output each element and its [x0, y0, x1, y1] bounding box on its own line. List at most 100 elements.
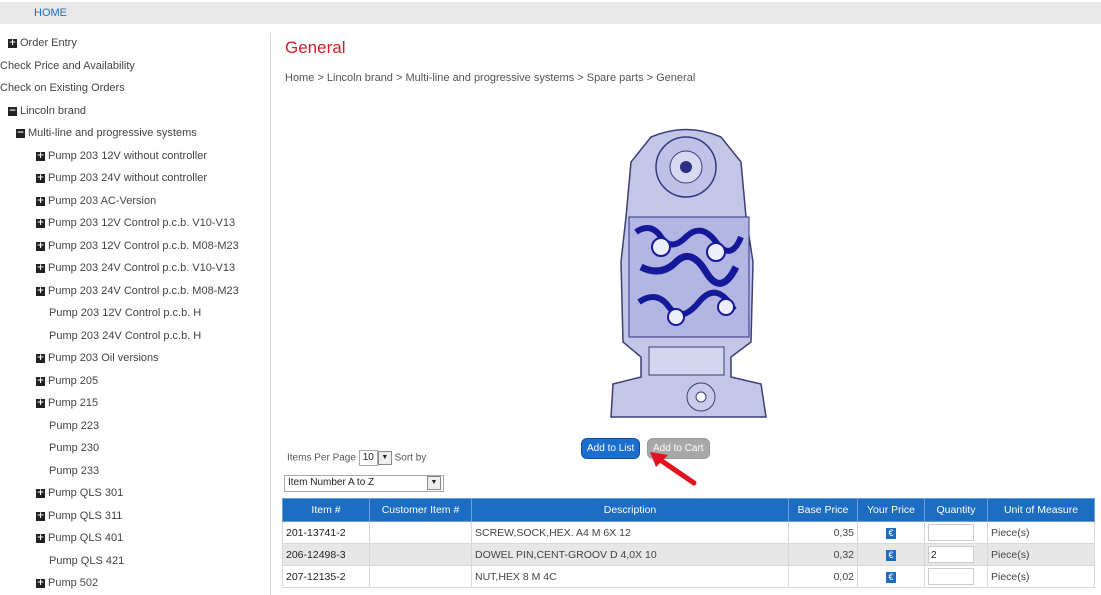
- expand-plus-icon[interactable]: +: [36, 151, 45, 161]
- item-number-cell: 201-13741-2: [282, 521, 370, 544]
- collapse-minus-icon[interactable]: −: [16, 129, 25, 138]
- sidebar-item-label: Pump 203 Oil versions: [48, 352, 159, 364]
- sidebar-item[interactable]: Pump 203 24V Control p.c.b. H: [49, 330, 201, 342]
- your-price-cell: €: [857, 521, 925, 544]
- column-header[interactable]: Customer Item #: [369, 498, 472, 522]
- your-price-cell: €: [857, 543, 925, 566]
- sidebar-item[interactable]: Pump 233: [49, 465, 99, 477]
- quantity-input[interactable]: [928, 568, 974, 585]
- euro-price-icon[interactable]: €: [886, 571, 896, 583]
- column-header[interactable]: Base Price: [788, 498, 858, 522]
- expand-plus-icon[interactable]: +: [36, 534, 45, 543]
- quantity-cell: [924, 565, 988, 588]
- sidebar-item[interactable]: Check on Existing Orders: [0, 82, 125, 94]
- sidebar-item[interactable]: + Pump 203 24V Control p.c.b. M08-M23: [36, 285, 239, 297]
- sidebar-item[interactable]: Pump QLS 421: [49, 555, 124, 567]
- sidebar-item[interactable]: + Pump 203 AC-Version: [36, 195, 156, 207]
- sidebar-item-label: Pump 215: [48, 397, 99, 409]
- column-header[interactable]: Quantity: [924, 498, 988, 522]
- column-header[interactable]: Item #: [282, 498, 370, 522]
- sidebar-item-label: Pump 203 24V Control p.c.b. V10-V13: [48, 262, 236, 274]
- sidebar-item-label: Pump 203 AC-Version: [48, 194, 157, 207]
- quantity-input[interactable]: [928, 524, 974, 541]
- sidebar-item-label: Lincoln brand: [20, 104, 87, 117]
- sidebar-item[interactable]: Pump 203 12V Control p.c.b. H: [49, 307, 201, 319]
- euro-price-icon[interactable]: €: [886, 549, 896, 561]
- table-row: 201-13741-2 SCREW,SOCK,HEX. A4 M 6X 12 0,3…: [282, 521, 1095, 544]
- customer-item-cell: [369, 521, 472, 544]
- sidebar-item-label: Pump 223: [49, 419, 100, 432]
- table-row: 206-12498-3 DOWEL PIN,CENT-GROOV D 4,0X 1…: [282, 543, 1095, 566]
- your-price-cell: €: [857, 565, 925, 588]
- expand-plus-icon[interactable]: +: [36, 511, 45, 521]
- sidebar-item-label: Pump QLS 421: [49, 554, 125, 567]
- expand-plus-icon[interactable]: +: [36, 174, 45, 183]
- table-row: 207-12135-2 NUT,HEX 8 M 4C 0,02 € Piece(s): [282, 565, 1095, 588]
- sidebar-item[interactable]: + Pump 203 12V without controller: [36, 150, 207, 162]
- column-header[interactable]: Unit of Measure: [987, 498, 1095, 522]
- sidebar-item[interactable]: + Pump QLS 301: [36, 487, 123, 499]
- product-image: [610, 128, 767, 418]
- expand-plus-icon[interactable]: +: [36, 241, 45, 251]
- sidebar-item[interactable]: + Pump 203 12V Control p.c.b. M08-M23: [36, 240, 239, 252]
- sidebar-item-label: Pump QLS 401: [48, 532, 124, 544]
- sidebar-item-label: Pump 230: [49, 442, 100, 454]
- item-number-cell: 207-12135-2: [282, 565, 370, 588]
- expand-plus-icon[interactable]: +: [8, 39, 17, 48]
- sidebar-item[interactable]: + Pump QLS 311: [36, 510, 122, 522]
- expand-plus-icon[interactable]: +: [36, 219, 45, 228]
- expand-plus-icon[interactable]: +: [36, 579, 45, 588]
- sidebar-item[interactable]: + Pump 203 24V Control p.c.b. V10-V13: [36, 262, 235, 274]
- add-to-list-button[interactable]: Add to List: [581, 438, 641, 459]
- euro-price-icon[interactable]: €: [886, 527, 896, 539]
- quantity-cell: [924, 521, 988, 544]
- column-header[interactable]: Your Price: [857, 498, 925, 522]
- expand-plus-icon[interactable]: +: [36, 286, 45, 296]
- sidebar-item-label: Pump 502: [48, 577, 99, 589]
- customer-item-cell: [369, 565, 472, 588]
- sidebar-item-label: Pump 203 12V without controller: [48, 149, 207, 162]
- sidebar-item-label: Pump 203 12V Control p.c.b. H: [49, 307, 202, 319]
- sidebar-item[interactable]: + Pump QLS 401: [36, 532, 123, 544]
- top-nav-bar: HOME: [0, 2, 1101, 24]
- sidebar-item-label: Pump 203 24V Control p.c.b. H: [49, 329, 202, 342]
- chevron-down-icon[interactable]: ▼: [427, 476, 441, 490]
- sidebar-item[interactable]: + Pump 203 Oil versions: [36, 352, 159, 364]
- sidebar-item[interactable]: + Pump 203 24V without controller: [36, 172, 207, 184]
- sidebar-item[interactable]: + Pump 502: [36, 577, 98, 589]
- expand-plus-icon[interactable]: +: [36, 196, 45, 206]
- sidebar-item[interactable]: Pump 230: [49, 442, 99, 454]
- expand-plus-icon[interactable]: +: [36, 264, 45, 273]
- sidebar-item[interactable]: Check Price and Availability: [0, 60, 135, 72]
- sidebar-item-label: Check on Existing Orders: [0, 82, 125, 94]
- collapse-minus-icon[interactable]: −: [8, 106, 17, 116]
- expand-plus-icon[interactable]: +: [36, 489, 45, 498]
- sidebar-item[interactable]: − Multi-line and progressive systems: [16, 127, 197, 139]
- sidebar-tree: + Order Entry Check Price and Availability…: [0, 33, 271, 595]
- sidebar-item[interactable]: − Lincoln brand: [8, 105, 86, 117]
- sidebar-item[interactable]: + Pump 203 12V Control p.c.b. V10-V13: [36, 217, 235, 229]
- unit-cell: Piece(s): [987, 543, 1095, 566]
- sort-select[interactable]: Item Number A to Z ▼: [284, 475, 444, 492]
- customer-item-cell: [369, 543, 472, 566]
- sidebar-item-label: Check Price and Availability: [0, 59, 135, 72]
- breadcrumb: Home > Lincoln brand > Multi-line and pr…: [285, 72, 696, 84]
- expand-plus-icon[interactable]: +: [36, 376, 45, 386]
- main-content: General Home > Lincoln brand > Multi-lin…: [271, 24, 1101, 595]
- sidebar-item[interactable]: + Pump 205: [36, 375, 98, 387]
- expand-plus-icon[interactable]: +: [36, 399, 45, 408]
- items-per-page-select[interactable]: 10: [358, 450, 378, 466]
- sidebar-item-label: Pump 203 24V without controller: [48, 172, 207, 184]
- sidebar-item[interactable]: Pump 223: [49, 420, 99, 432]
- unit-cell: Piece(s): [987, 565, 1095, 588]
- items-per-page-control: Items Per Page 10 ▼ Sort by: [287, 450, 426, 466]
- column-header[interactable]: Description: [471, 498, 789, 522]
- unit-cell: Piece(s): [987, 521, 1095, 544]
- sidebar-item[interactable]: + Order Entry: [8, 37, 77, 49]
- chevron-down-icon[interactable]: ▼: [377, 451, 392, 465]
- sidebar-item-label: Pump QLS 301: [48, 487, 124, 499]
- expand-plus-icon[interactable]: +: [36, 354, 45, 363]
- sidebar-item[interactable]: + Pump 215: [36, 397, 98, 409]
- quantity-input[interactable]: 2: [928, 546, 974, 563]
- home-link[interactable]: HOME: [34, 7, 67, 19]
